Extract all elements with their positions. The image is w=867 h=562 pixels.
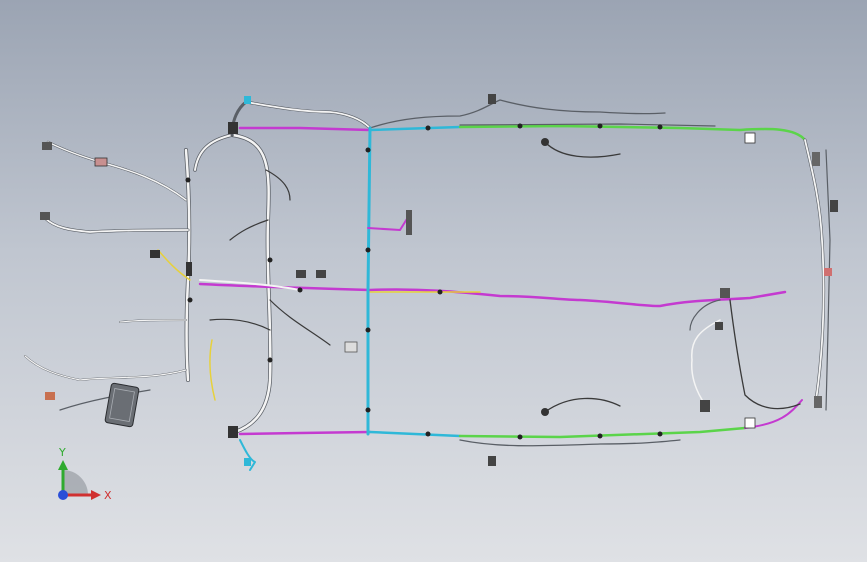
top-magenta-wire[interactable]: [238, 126, 372, 132]
connectors[interactable]: [40, 94, 838, 466]
x-axis-label: X: [104, 489, 112, 502]
y-axis-arrow: [58, 460, 68, 470]
bottom-magenta-wire[interactable]: [238, 430, 372, 436]
bottom-cyan-wire[interactable]: [368, 430, 462, 438]
wiring-harness-model[interactable]: [0, 0, 867, 562]
z-axis-dot: [58, 490, 68, 500]
top-cyan-wire[interactable]: [368, 125, 462, 132]
bottom-green-wire[interactable]: [458, 426, 747, 439]
coordinate-triad: Y X: [58, 446, 112, 502]
center-cyan-wire[interactable]: [366, 126, 372, 436]
cad-viewport[interactable]: Y X: [0, 0, 867, 562]
y-axis-label: Y: [58, 446, 66, 459]
x-axis-arrow: [91, 490, 101, 500]
